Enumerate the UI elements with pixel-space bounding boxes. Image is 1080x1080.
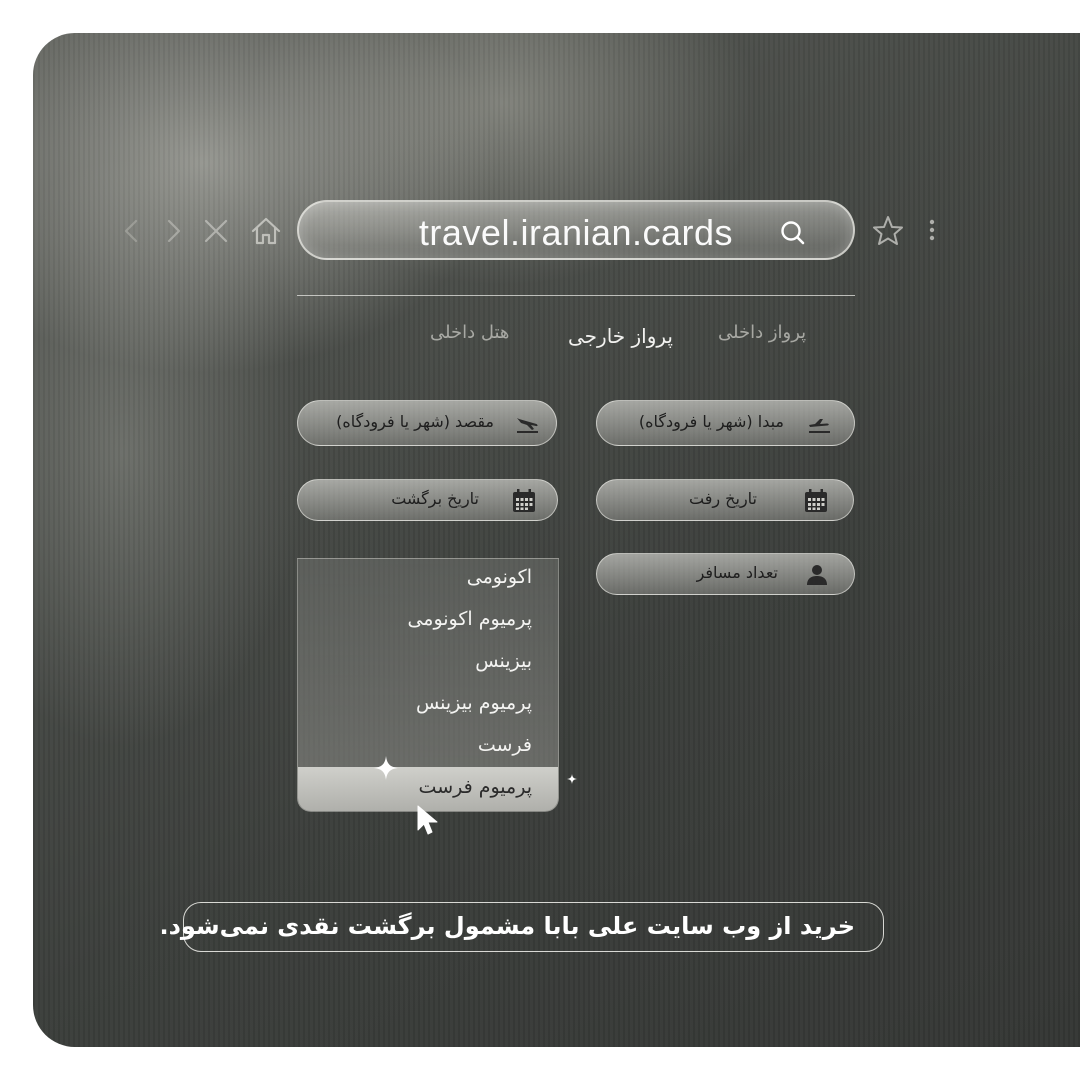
cursor-icon — [414, 804, 444, 836]
notice-text: خرید از وب سایت علی بابا مشمول برگشت نقد… — [159, 912, 855, 940]
close-icon[interactable] — [198, 213, 234, 249]
search-icon[interactable] — [779, 219, 807, 247]
forward-icon[interactable] — [156, 213, 192, 249]
return-date-label: تاریخ برگشت — [391, 489, 479, 508]
origin-field[interactable]: مبدا (شهر یا فرودگاه) — [596, 400, 855, 446]
cabin-option-premium-business[interactable]: پرمیوم بیزینس — [416, 692, 532, 714]
url-text: travel.iranian.cards — [418, 212, 734, 253]
calendar-icon — [803, 488, 829, 514]
user-icon — [804, 562, 830, 588]
return-date-field[interactable]: تاریخ برگشت — [297, 479, 558, 521]
destination-label: مقصد (شهر یا فرودگاه) — [336, 412, 494, 431]
tab-international-flight[interactable]: پرواز خارجی — [568, 324, 673, 348]
takeoff-icon — [806, 411, 832, 437]
background-card — [33, 33, 1080, 1047]
depart-date-label: تاریخ رفت — [688, 489, 757, 508]
back-icon[interactable] — [114, 213, 150, 249]
cabin-option-economy[interactable]: اکونومی — [467, 566, 532, 588]
sparkle-icon — [374, 756, 398, 780]
address-bar[interactable]: travel.iranian.cards — [297, 200, 855, 260]
home-icon[interactable] — [248, 213, 284, 249]
destination-field[interactable]: مقصد (شهر یا فرودگاه) — [297, 400, 557, 446]
cabin-option-first[interactable]: فرست — [478, 734, 532, 756]
cabin-option-business[interactable]: بیزینس — [475, 650, 532, 672]
tab-domestic-hotel[interactable]: هتل داخلی — [430, 322, 509, 343]
tab-domestic-flight[interactable]: پرواز داخلی — [718, 322, 806, 343]
origin-label: مبدا (شهر یا فرودگاه) — [638, 412, 784, 431]
divider — [297, 295, 855, 296]
passengers-field[interactable]: تعداد مسافر — [596, 553, 855, 595]
menu-dots-icon[interactable] — [914, 213, 950, 249]
passengers-label: تعداد مسافر — [696, 563, 778, 582]
cashback-notice: خرید از وب سایت علی بابا مشمول برگشت نقد… — [159, 902, 884, 952]
cabin-option-premium-economy[interactable]: پرمیوم اکونومی — [407, 608, 532, 630]
depart-date-field[interactable]: تاریخ رفت — [596, 479, 854, 521]
cabin-option-premium-first[interactable]: پرمیوم فرست — [419, 776, 532, 798]
calendar-icon — [511, 488, 537, 514]
cabin-class-dropdown[interactable]: اکونومی پرمیوم اکونومی بیزینس پرمیوم بیز… — [297, 558, 559, 812]
star-icon[interactable] — [870, 213, 906, 249]
sparkle-icon — [567, 769, 577, 784]
landing-icon — [514, 411, 540, 437]
